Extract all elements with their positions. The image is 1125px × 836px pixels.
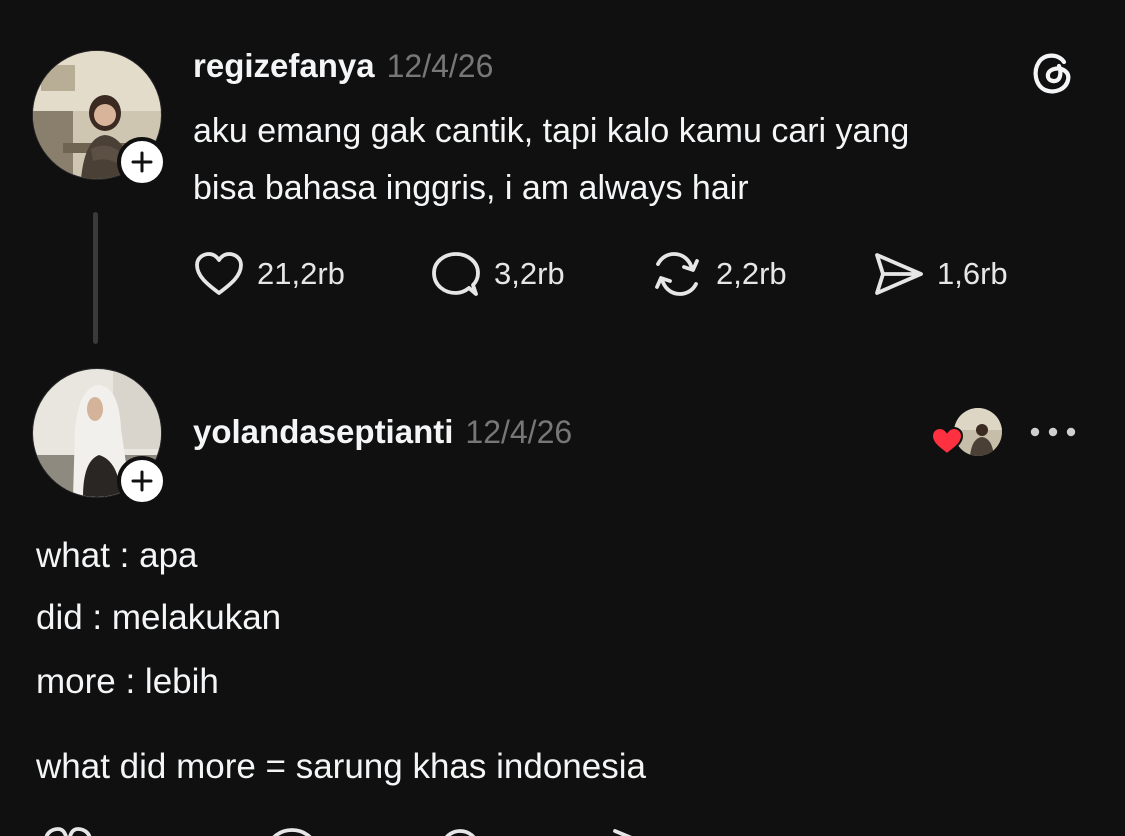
more-dots-icon: [1030, 427, 1076, 437]
liked-by-author-indicator: [930, 406, 1004, 458]
follow-button-yolandaseptianti[interactable]: [117, 456, 167, 506]
post-timestamp: 12/4/26: [386, 47, 494, 84]
red-heart-icon: [930, 426, 964, 456]
reply-text-line-1: what : apa: [36, 536, 198, 575]
like-count: 21,2rb: [257, 256, 345, 291]
reply-text-line-2: did : melakukan: [36, 598, 282, 637]
heart-icon[interactable]: [42, 826, 94, 836]
plus-icon: [131, 151, 153, 173]
send-icon: [875, 253, 923, 295]
more-options-button[interactable]: [1028, 420, 1078, 444]
share-count: 1,6rb: [937, 256, 1008, 291]
share-button[interactable]: 1,6rb: [873, 250, 1008, 298]
thread-connector-line: [93, 212, 98, 344]
heart-icon: [195, 252, 243, 295]
follow-button-regizefanya[interactable]: [117, 137, 167, 187]
reply-username[interactable]: yolandaseptianti: [193, 413, 453, 451]
repost-icon: [655, 252, 699, 296]
repost-button[interactable]: 2,2rb: [650, 250, 787, 298]
repost-count: 2,2rb: [716, 256, 787, 291]
post-text-line-1: aku emang gak cantik, tapi kalo kamu car…: [193, 112, 910, 150]
repost-icon[interactable]: [436, 826, 490, 836]
reply-text-line-3: more : lebih: [36, 662, 219, 701]
comment-bubble-icon: [432, 252, 480, 296]
post-text-line-2: bisa bahasa inggris, i am always hair: [193, 169, 749, 207]
post-text: aku emang gak cantik, tapi kalo kamu car…: [193, 103, 1093, 217]
plus-icon: [131, 470, 153, 492]
send-icon[interactable]: [611, 826, 663, 836]
reply-timestamp: 12/4/26: [465, 413, 573, 450]
comment-button[interactable]: 3,2rb: [430, 250, 565, 298]
reply-text-line-4: what did more = sarung khas indonesia: [36, 747, 646, 786]
post-username[interactable]: regizefanya: [193, 47, 375, 85]
like-button[interactable]: 21,2rb: [193, 250, 345, 298]
reply-header: yolandaseptianti 12/4/26: [193, 410, 572, 454]
reply-action-bar: [36, 826, 736, 836]
threads-logo-icon[interactable]: [1028, 48, 1076, 96]
post-header: regizefanya 12/4/26: [193, 44, 493, 88]
comment-bubble-icon[interactable]: [266, 826, 318, 836]
comment-count: 3,2rb: [494, 256, 565, 291]
